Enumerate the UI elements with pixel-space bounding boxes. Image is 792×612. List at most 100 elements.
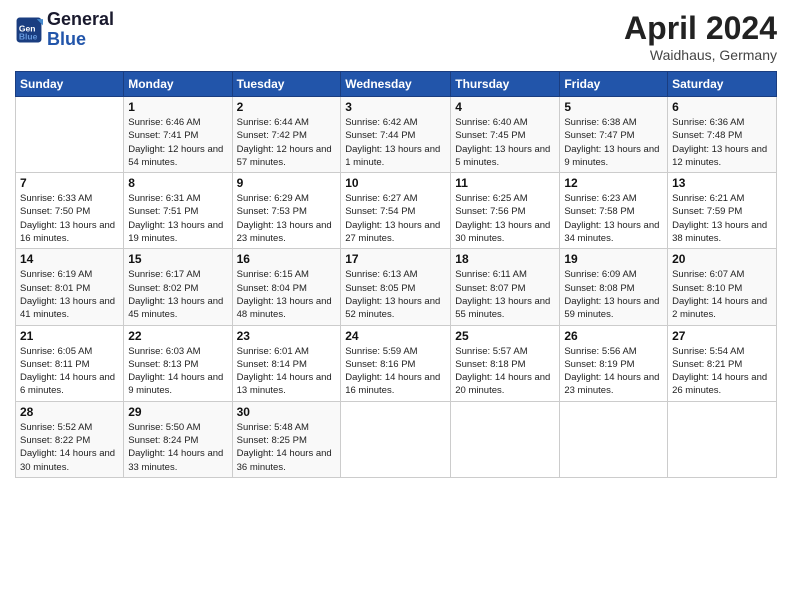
logo: Gen Blue General Blue <box>15 10 114 50</box>
col-wednesday: Wednesday <box>341 72 451 97</box>
col-saturday: Saturday <box>668 72 777 97</box>
day-cell: 16 Sunrise: 6:15 AMSunset: 8:04 PMDaylig… <box>232 249 341 325</box>
day-info: Sunrise: 6:31 AMSunset: 7:51 PMDaylight:… <box>128 192 227 245</box>
day-number: 9 <box>237 176 337 190</box>
day-info: Sunrise: 5:59 AMSunset: 8:16 PMDaylight:… <box>345 345 446 398</box>
day-cell: 9 Sunrise: 6:29 AMSunset: 7:53 PMDayligh… <box>232 173 341 249</box>
week-row-1: 1 Sunrise: 6:46 AMSunset: 7:41 PMDayligh… <box>16 97 777 173</box>
day-cell: 15 Sunrise: 6:17 AMSunset: 8:02 PMDaylig… <box>124 249 232 325</box>
day-info: Sunrise: 6:19 AMSunset: 8:01 PMDaylight:… <box>20 268 119 321</box>
day-cell: 23 Sunrise: 6:01 AMSunset: 8:14 PMDaylig… <box>232 325 341 401</box>
day-cell: 1 Sunrise: 6:46 AMSunset: 7:41 PMDayligh… <box>124 97 232 173</box>
day-cell: 18 Sunrise: 6:11 AMSunset: 8:07 PMDaylig… <box>451 249 560 325</box>
day-cell: 27 Sunrise: 5:54 AMSunset: 8:21 PMDaylig… <box>668 325 777 401</box>
day-cell <box>16 97 124 173</box>
day-number: 23 <box>237 329 337 343</box>
day-cell: 2 Sunrise: 6:44 AMSunset: 7:42 PMDayligh… <box>232 97 341 173</box>
day-cell: 12 Sunrise: 6:23 AMSunset: 7:58 PMDaylig… <box>560 173 668 249</box>
day-info: Sunrise: 6:23 AMSunset: 7:58 PMDaylight:… <box>564 192 663 245</box>
day-number: 19 <box>564 252 663 266</box>
day-number: 10 <box>345 176 446 190</box>
svg-text:Blue: Blue <box>19 31 38 41</box>
month-title: April 2024 <box>624 10 777 47</box>
day-number: 8 <box>128 176 227 190</box>
day-cell: 30 Sunrise: 5:48 AMSunset: 8:25 PMDaylig… <box>232 401 341 477</box>
day-number: 25 <box>455 329 555 343</box>
col-thursday: Thursday <box>451 72 560 97</box>
day-number: 1 <box>128 100 227 114</box>
day-cell <box>668 401 777 477</box>
week-row-4: 21 Sunrise: 6:05 AMSunset: 8:11 PMDaylig… <box>16 325 777 401</box>
day-cell: 3 Sunrise: 6:42 AMSunset: 7:44 PMDayligh… <box>341 97 451 173</box>
day-info: Sunrise: 5:56 AMSunset: 8:19 PMDaylight:… <box>564 345 663 398</box>
day-number: 29 <box>128 405 227 419</box>
day-number: 5 <box>564 100 663 114</box>
day-number: 2 <box>237 100 337 114</box>
day-cell: 5 Sunrise: 6:38 AMSunset: 7:47 PMDayligh… <box>560 97 668 173</box>
day-number: 7 <box>20 176 119 190</box>
day-number: 15 <box>128 252 227 266</box>
day-info: Sunrise: 6:25 AMSunset: 7:56 PMDaylight:… <box>455 192 555 245</box>
day-cell: 26 Sunrise: 5:56 AMSunset: 8:19 PMDaylig… <box>560 325 668 401</box>
day-cell <box>451 401 560 477</box>
day-info: Sunrise: 6:38 AMSunset: 7:47 PMDaylight:… <box>564 116 663 169</box>
day-number: 4 <box>455 100 555 114</box>
col-tuesday: Tuesday <box>232 72 341 97</box>
day-info: Sunrise: 5:50 AMSunset: 8:24 PMDaylight:… <box>128 421 227 474</box>
header: Gen Blue General Blue April 2024 Waidhau… <box>15 10 777 63</box>
day-number: 12 <box>564 176 663 190</box>
day-info: Sunrise: 6:01 AMSunset: 8:14 PMDaylight:… <box>237 345 337 398</box>
day-number: 27 <box>672 329 772 343</box>
day-number: 17 <box>345 252 446 266</box>
day-info: Sunrise: 6:40 AMSunset: 7:45 PMDaylight:… <box>455 116 555 169</box>
day-cell: 6 Sunrise: 6:36 AMSunset: 7:48 PMDayligh… <box>668 97 777 173</box>
day-cell <box>341 401 451 477</box>
day-cell <box>560 401 668 477</box>
day-info: Sunrise: 6:17 AMSunset: 8:02 PMDaylight:… <box>128 268 227 321</box>
day-cell: 21 Sunrise: 6:05 AMSunset: 8:11 PMDaylig… <box>16 325 124 401</box>
page: Gen Blue General Blue April 2024 Waidhau… <box>0 0 792 612</box>
col-sunday: Sunday <box>16 72 124 97</box>
day-info: Sunrise: 6:27 AMSunset: 7:54 PMDaylight:… <box>345 192 446 245</box>
week-row-5: 28 Sunrise: 5:52 AMSunset: 8:22 PMDaylig… <box>16 401 777 477</box>
header-row: Sunday Monday Tuesday Wednesday Thursday… <box>16 72 777 97</box>
day-cell: 11 Sunrise: 6:25 AMSunset: 7:56 PMDaylig… <box>451 173 560 249</box>
day-cell: 28 Sunrise: 5:52 AMSunset: 8:22 PMDaylig… <box>16 401 124 477</box>
day-info: Sunrise: 6:07 AMSunset: 8:10 PMDaylight:… <box>672 268 772 321</box>
week-row-3: 14 Sunrise: 6:19 AMSunset: 8:01 PMDaylig… <box>16 249 777 325</box>
day-cell: 17 Sunrise: 6:13 AMSunset: 8:05 PMDaylig… <box>341 249 451 325</box>
title-block: April 2024 Waidhaus, Germany <box>624 10 777 63</box>
day-number: 13 <box>672 176 772 190</box>
day-number: 28 <box>20 405 119 419</box>
day-number: 20 <box>672 252 772 266</box>
day-info: Sunrise: 6:13 AMSunset: 8:05 PMDaylight:… <box>345 268 446 321</box>
day-cell: 13 Sunrise: 6:21 AMSunset: 7:59 PMDaylig… <box>668 173 777 249</box>
day-info: Sunrise: 6:46 AMSunset: 7:41 PMDaylight:… <box>128 116 227 169</box>
day-info: Sunrise: 6:05 AMSunset: 8:11 PMDaylight:… <box>20 345 119 398</box>
day-cell: 20 Sunrise: 6:07 AMSunset: 8:10 PMDaylig… <box>668 249 777 325</box>
day-info: Sunrise: 5:48 AMSunset: 8:25 PMDaylight:… <box>237 421 337 474</box>
day-info: Sunrise: 6:03 AMSunset: 8:13 PMDaylight:… <box>128 345 227 398</box>
day-cell: 10 Sunrise: 6:27 AMSunset: 7:54 PMDaylig… <box>341 173 451 249</box>
day-info: Sunrise: 6:29 AMSunset: 7:53 PMDaylight:… <box>237 192 337 245</box>
col-friday: Friday <box>560 72 668 97</box>
location: Waidhaus, Germany <box>624 47 777 63</box>
week-row-2: 7 Sunrise: 6:33 AMSunset: 7:50 PMDayligh… <box>16 173 777 249</box>
day-cell: 14 Sunrise: 6:19 AMSunset: 8:01 PMDaylig… <box>16 249 124 325</box>
day-number: 22 <box>128 329 227 343</box>
day-number: 16 <box>237 252 337 266</box>
day-cell: 29 Sunrise: 5:50 AMSunset: 8:24 PMDaylig… <box>124 401 232 477</box>
day-info: Sunrise: 5:54 AMSunset: 8:21 PMDaylight:… <box>672 345 772 398</box>
day-info: Sunrise: 6:15 AMSunset: 8:04 PMDaylight:… <box>237 268 337 321</box>
day-number: 11 <box>455 176 555 190</box>
calendar-table: Sunday Monday Tuesday Wednesday Thursday… <box>15 71 777 478</box>
day-cell: 8 Sunrise: 6:31 AMSunset: 7:51 PMDayligh… <box>124 173 232 249</box>
day-info: Sunrise: 6:42 AMSunset: 7:44 PMDaylight:… <box>345 116 446 169</box>
day-cell: 7 Sunrise: 6:33 AMSunset: 7:50 PMDayligh… <box>16 173 124 249</box>
logo-general: General <box>47 10 114 30</box>
day-cell: 24 Sunrise: 5:59 AMSunset: 8:16 PMDaylig… <box>341 325 451 401</box>
day-number: 21 <box>20 329 119 343</box>
day-number: 26 <box>564 329 663 343</box>
day-info: Sunrise: 6:44 AMSunset: 7:42 PMDaylight:… <box>237 116 337 169</box>
day-number: 6 <box>672 100 772 114</box>
